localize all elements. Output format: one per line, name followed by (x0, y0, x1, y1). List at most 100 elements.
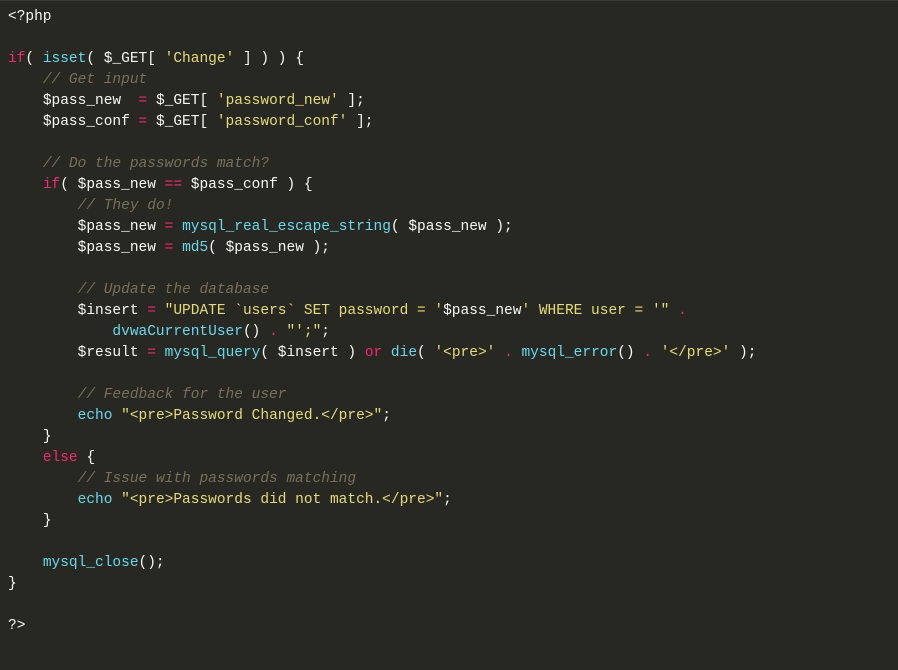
token-p: ) (339, 345, 365, 361)
token-p (139, 303, 148, 319)
token-f: mysql_error (521, 345, 617, 361)
token-p (669, 303, 678, 319)
token-p (173, 240, 182, 256)
token-c: // Feedback for the user (78, 387, 287, 403)
token-op: == (165, 177, 182, 193)
token-p: ( (417, 345, 434, 361)
code-editor[interactable]: <?php if( isset( $_GET[ 'Change' ] ) ) {… (0, 0, 898, 670)
token-p: } (43, 429, 52, 445)
token-f: die (391, 345, 417, 361)
token-p: ; (382, 408, 391, 424)
token-s: '</pre>' (661, 345, 731, 361)
token-p (156, 240, 165, 256)
token-p: ); (304, 240, 330, 256)
token-p (156, 345, 165, 361)
token-v: $pass_conf (43, 114, 130, 130)
token-s: 'password_new' (217, 93, 339, 109)
token-f: mysql_close (43, 555, 139, 571)
token-f: mysql_real_escape_string (182, 219, 391, 235)
token-p (156, 219, 165, 235)
token-v: $pass_new (43, 93, 121, 109)
token-p: { (78, 450, 95, 466)
token-p (495, 345, 504, 361)
token-p (139, 345, 148, 361)
token-p (112, 408, 121, 424)
token-p: ]; (339, 93, 365, 109)
token-v: $pass_new (78, 240, 156, 256)
token-p: ; (443, 492, 452, 508)
token-op: . (643, 345, 652, 361)
token-p (121, 93, 138, 109)
token-f: dvwaCurrentUser (112, 324, 243, 340)
token-p: [ (199, 114, 216, 130)
token-v: $pass_new (78, 177, 156, 193)
token-v: $insert (78, 303, 139, 319)
token-p: ( (208, 240, 225, 256)
token-s: "UPDATE `users` SET password = ' (165, 303, 443, 319)
token-v: $pass_new (443, 303, 521, 319)
token-p (130, 114, 139, 130)
token-c: // Issue with passwords matching (78, 471, 356, 487)
token-v: $pass_new (226, 240, 304, 256)
token-v: $pass_conf (191, 177, 278, 193)
token-op: = (147, 303, 156, 319)
token-p: [ (147, 51, 164, 67)
token-f: echo (78, 408, 113, 424)
token-p: ( (391, 219, 408, 235)
token-op: . (504, 345, 513, 361)
token-k: or (365, 345, 382, 361)
token-op: . (269, 324, 278, 340)
token-p (382, 345, 391, 361)
token-v: $result (78, 345, 139, 361)
token-p (173, 219, 182, 235)
token-p: () (243, 324, 269, 340)
token-p: } (8, 576, 17, 592)
token-s: 'password_conf' (217, 114, 348, 130)
token-tag: ?> (8, 618, 25, 634)
token-c: // Get input (43, 72, 147, 88)
token-p: ( (60, 177, 77, 193)
token-p: } (43, 513, 52, 529)
token-f: mysql_query (165, 345, 261, 361)
token-s: 'Change' (165, 51, 235, 67)
token-p (112, 492, 121, 508)
token-p (147, 93, 156, 109)
token-f: md5 (182, 240, 208, 256)
token-p: () (617, 345, 643, 361)
token-s: ' WHERE user = '" (521, 303, 669, 319)
token-v: $_GET (104, 51, 148, 67)
token-c: // They do! (78, 198, 174, 214)
token-p (182, 177, 191, 193)
token-p: (); (139, 555, 165, 571)
token-s: "<pre>Passwords did not match.</pre>" (121, 492, 443, 508)
token-op: . (678, 303, 687, 319)
token-p (652, 345, 661, 361)
token-s: "';" (286, 324, 321, 340)
token-f: echo (78, 492, 113, 508)
token-op: = (147, 345, 156, 361)
token-c: // Update the database (78, 282, 269, 298)
token-p: ; (321, 324, 330, 340)
token-c: // Do the passwords match? (43, 156, 269, 172)
token-p: ( (260, 345, 277, 361)
token-k: else (43, 450, 78, 466)
token-p: ) { (278, 177, 313, 193)
token-s: "<pre>Password Changed.</pre>" (121, 408, 382, 424)
token-k: if (43, 177, 60, 193)
token-p: ( (25, 51, 42, 67)
token-s: '<pre>' (434, 345, 495, 361)
token-p: ] ) ) { (234, 51, 304, 67)
token-p: ); (730, 345, 756, 361)
token-p: ]; (347, 114, 373, 130)
token-p: ); (487, 219, 513, 235)
token-v: $pass_new (408, 219, 486, 235)
token-v: $pass_new (78, 219, 156, 235)
token-p (687, 303, 696, 319)
token-op: = (139, 114, 148, 130)
token-p (156, 177, 165, 193)
token-k: if (8, 51, 25, 67)
token-p: ( (86, 51, 103, 67)
token-v: $_GET (156, 93, 200, 109)
token-v: $_GET (156, 114, 200, 130)
token-p (147, 114, 156, 130)
